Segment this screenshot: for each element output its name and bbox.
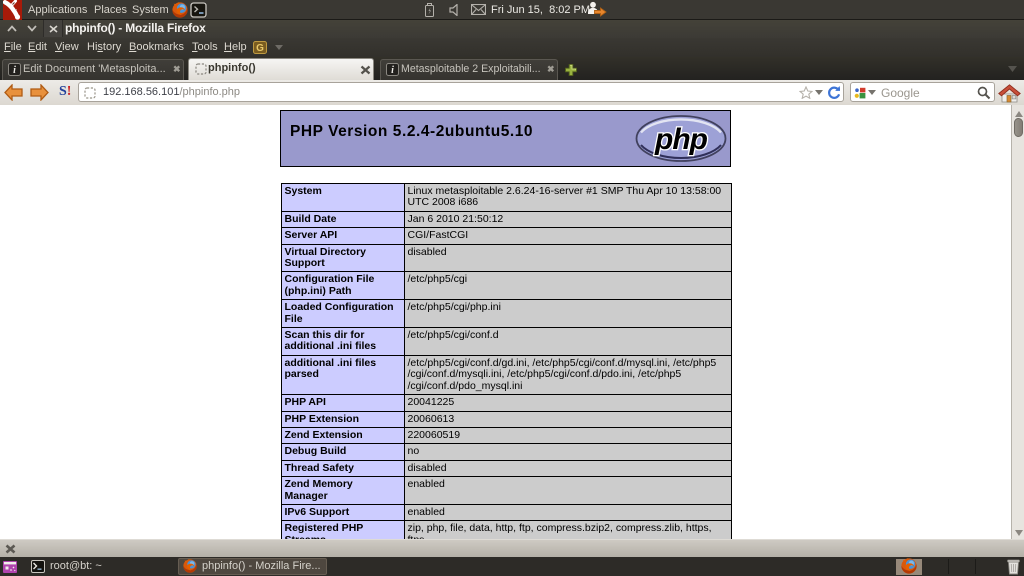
svg-text:i: i bbox=[13, 65, 16, 76]
svg-text:php: php bbox=[654, 123, 708, 156]
svg-text:G: G bbox=[256, 43, 264, 54]
svg-text:i: i bbox=[391, 65, 394, 76]
